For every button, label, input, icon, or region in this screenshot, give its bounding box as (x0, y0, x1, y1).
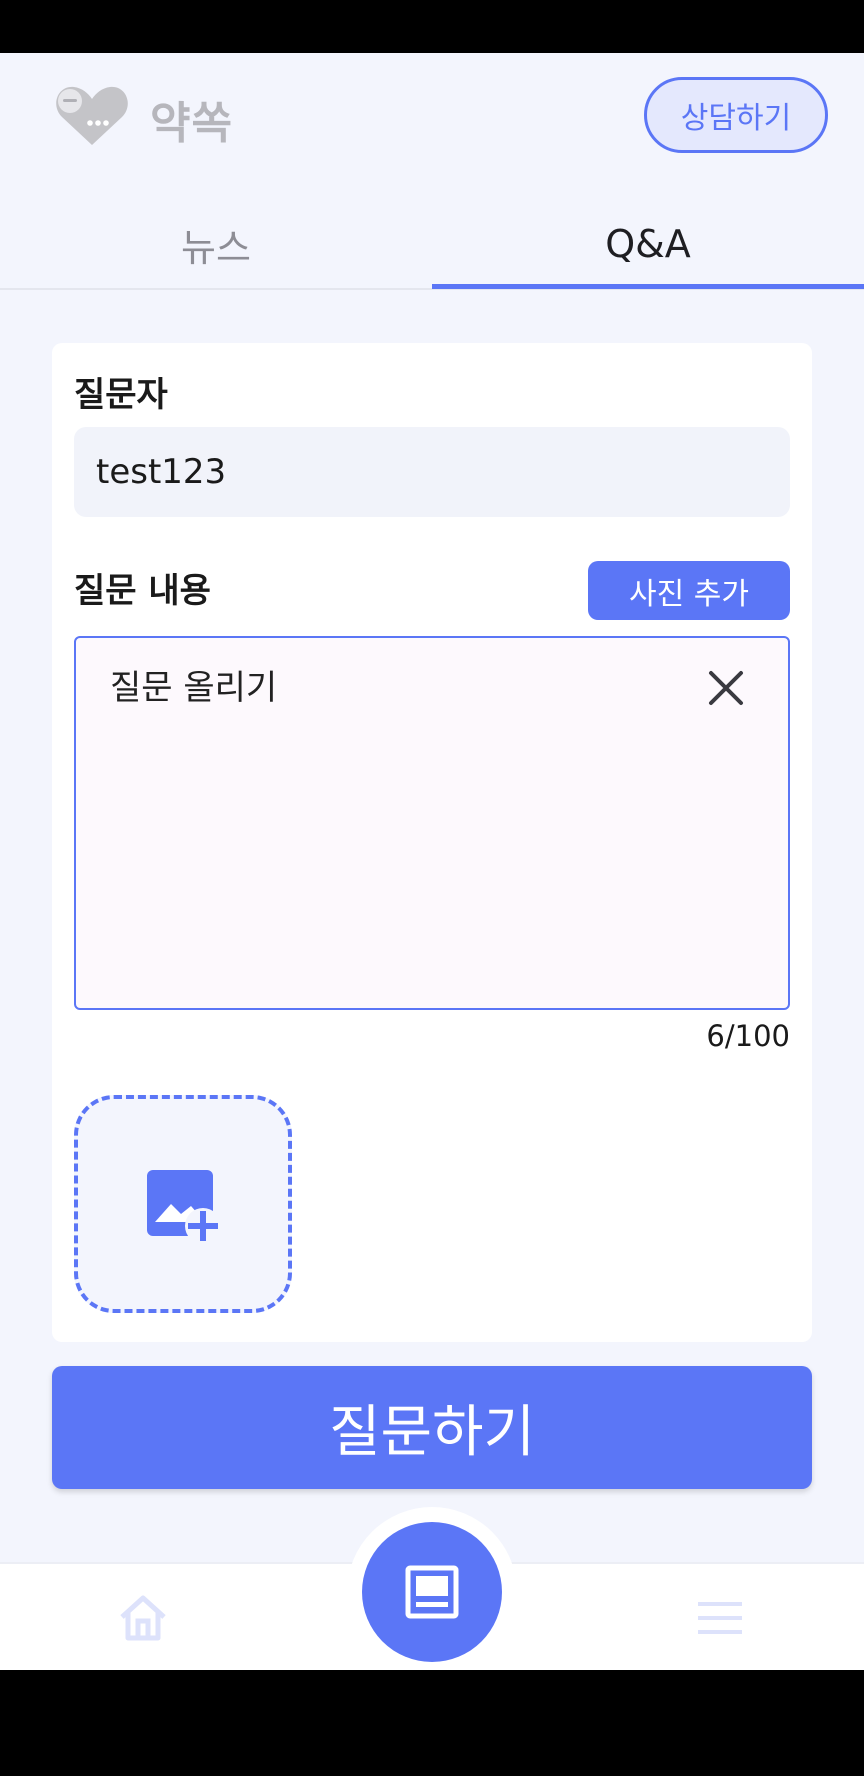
status-bar (0, 0, 864, 53)
home-icon[interactable] (118, 1593, 168, 1643)
question-textarea[interactable]: 질문 올리기 (74, 636, 790, 1010)
logo-icon (56, 86, 128, 145)
header: 약쏙 상담하기 뉴스 Q&A (0, 53, 864, 290)
consult-button[interactable]: 상담하기 (644, 77, 828, 153)
system-navigation-bar (0, 1670, 864, 1776)
tab-qa[interactable]: Q&A (432, 201, 864, 287)
add-photo-button[interactable]: 사진 추가 (588, 561, 790, 620)
question-form-card: 질문자 test123 질문 내용 사진 추가 질문 올리기 6/100 (52, 343, 812, 1342)
question-text: 질문 올리기 (110, 668, 278, 708)
character-counter: 6/100 (706, 1019, 790, 1053)
menu-icon[interactable] (698, 1598, 742, 1638)
image-upload-slot[interactable] (74, 1095, 292, 1313)
asker-field: test123 (74, 427, 790, 517)
app-screen: 약쏙 상담하기 뉴스 Q&A 질문자 test123 질문 내용 사진 추가 질… (0, 53, 864, 1670)
submit-question-button[interactable]: 질문하기 (52, 1366, 812, 1489)
close-icon[interactable] (706, 668, 746, 708)
article-icon (405, 1565, 459, 1619)
content-label: 질문 내용 (74, 571, 211, 611)
tab-indicator (432, 284, 864, 289)
add-photo-icon (147, 1170, 221, 1244)
asker-label: 질문자 (74, 375, 168, 415)
nav-article-button[interactable] (362, 1522, 502, 1662)
tab-news[interactable]: 뉴스 (0, 201, 432, 287)
app-name: 약쏙 (150, 98, 233, 149)
